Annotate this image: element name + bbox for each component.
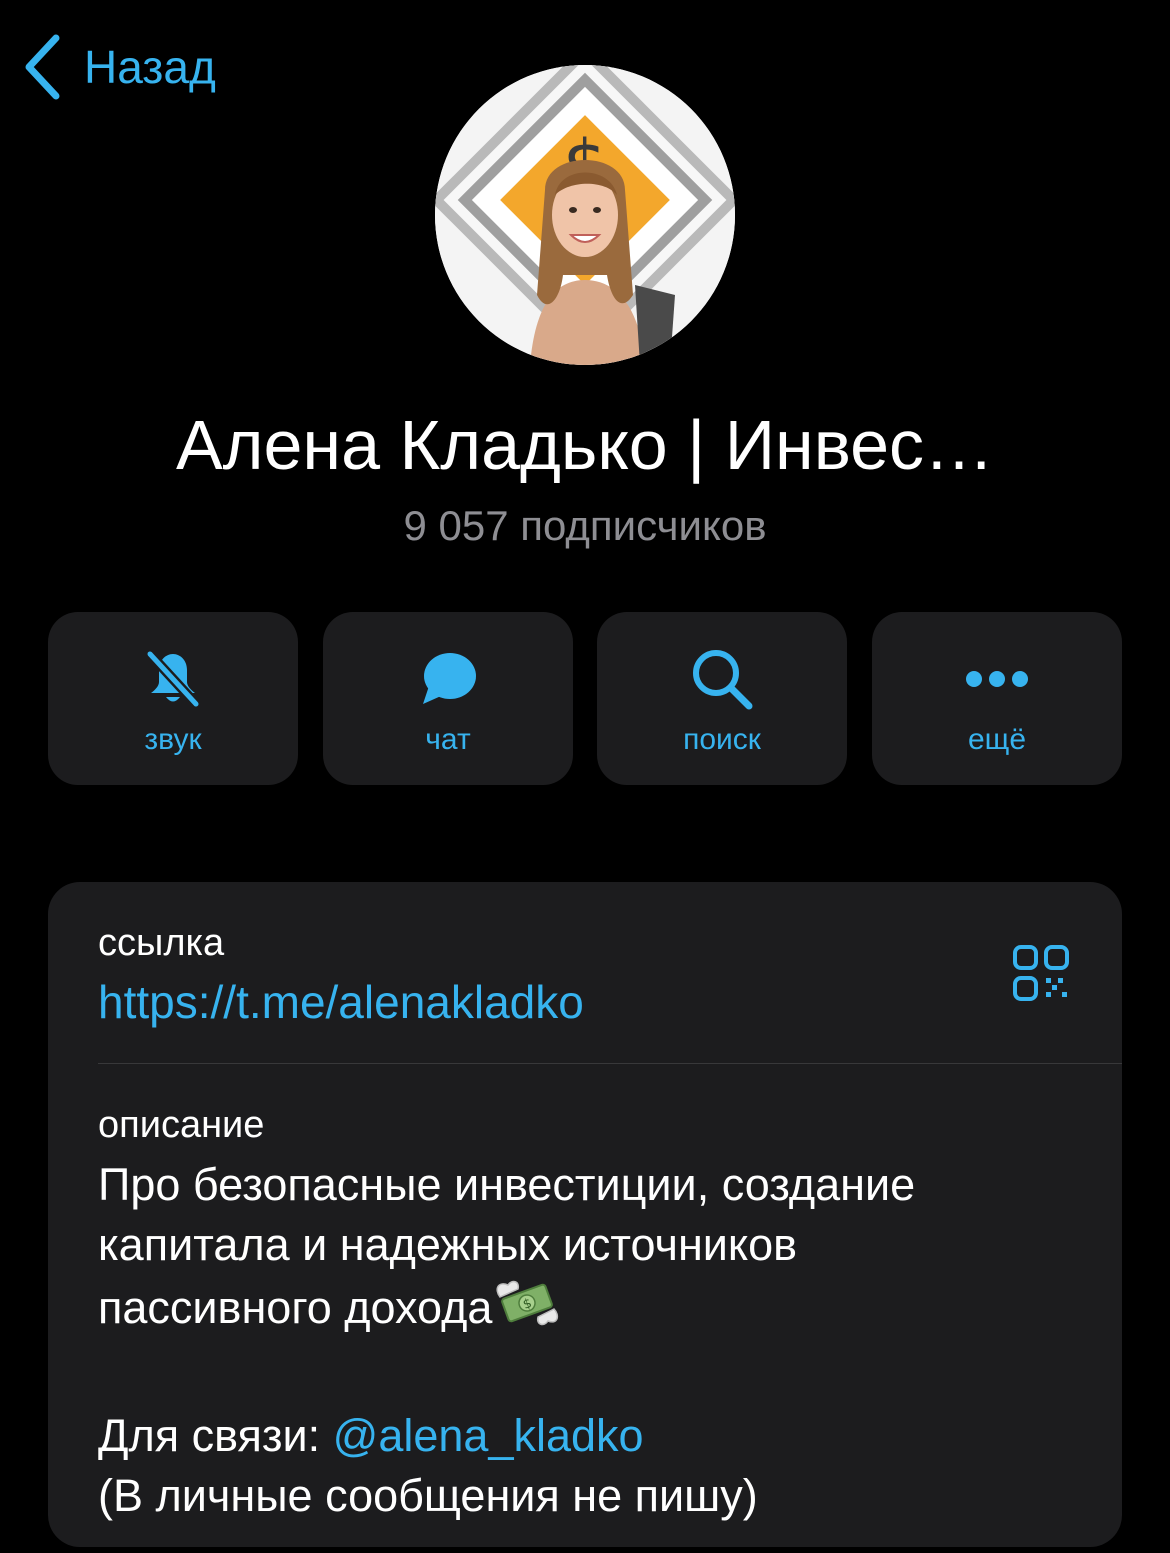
- chat-label: чат: [425, 723, 471, 756]
- qr-code-button[interactable]: [1010, 942, 1072, 1004]
- contact-mention-link[interactable]: @alena_kladko: [333, 1410, 644, 1461]
- qr-code-icon: [1010, 942, 1072, 1004]
- channel-link[interactable]: https://t.me/alenakladko: [98, 972, 584, 1032]
- description-label: описание: [98, 1104, 265, 1146]
- mute-label: звук: [144, 723, 202, 756]
- action-bar: звук чат поиск ещё: [48, 612, 1122, 785]
- search-button[interactable]: поиск: [597, 612, 847, 785]
- chevron-left-icon: [22, 34, 62, 100]
- more-label: ещё: [967, 723, 1027, 756]
- back-label: Назад: [84, 41, 216, 93]
- divider: [98, 1063, 1122, 1064]
- channel-info-card: ссылка https://t.me/alenakladko описание…: [48, 882, 1122, 1547]
- back-button[interactable]: Назад: [22, 32, 216, 102]
- description-line: капитала и надежных источников: [98, 1219, 798, 1270]
- chat-button[interactable]: чат: [323, 612, 573, 785]
- channel-title: Алена Кладько | Инвес…: [175, 406, 995, 484]
- search-label: поиск: [683, 723, 761, 756]
- channel-avatar[interactable]: $: [435, 65, 735, 365]
- chat-bubble-icon: [417, 648, 479, 715]
- description-line: Про безопасные инвестиции, создание: [98, 1159, 916, 1210]
- description-text: Про безопасные инвестиции, создание капи…: [98, 1155, 1088, 1526]
- more-dots-icon: [962, 664, 1032, 699]
- more-button[interactable]: ещё: [872, 612, 1122, 785]
- description-blank-line: [98, 1346, 1088, 1406]
- description-line: пассивного дохода $: [98, 1275, 1088, 1346]
- mute-button[interactable]: звук: [48, 612, 298, 785]
- bell-slash-icon: [142, 648, 204, 715]
- contact-prefix: Для связи:: [98, 1410, 333, 1461]
- search-icon: [689, 646, 755, 717]
- subscriber-count: 9 057 подписчиков: [403, 502, 767, 549]
- contact-line: Для связи: @alena_kladko: [98, 1406, 1088, 1466]
- contact-note: (В личные сообщения не пишу): [98, 1470, 758, 1521]
- link-label: ссылка: [98, 922, 225, 964]
- money-with-wings-icon: $: [492, 1275, 562, 1346]
- description-line-text: пассивного дохода: [98, 1282, 493, 1333]
